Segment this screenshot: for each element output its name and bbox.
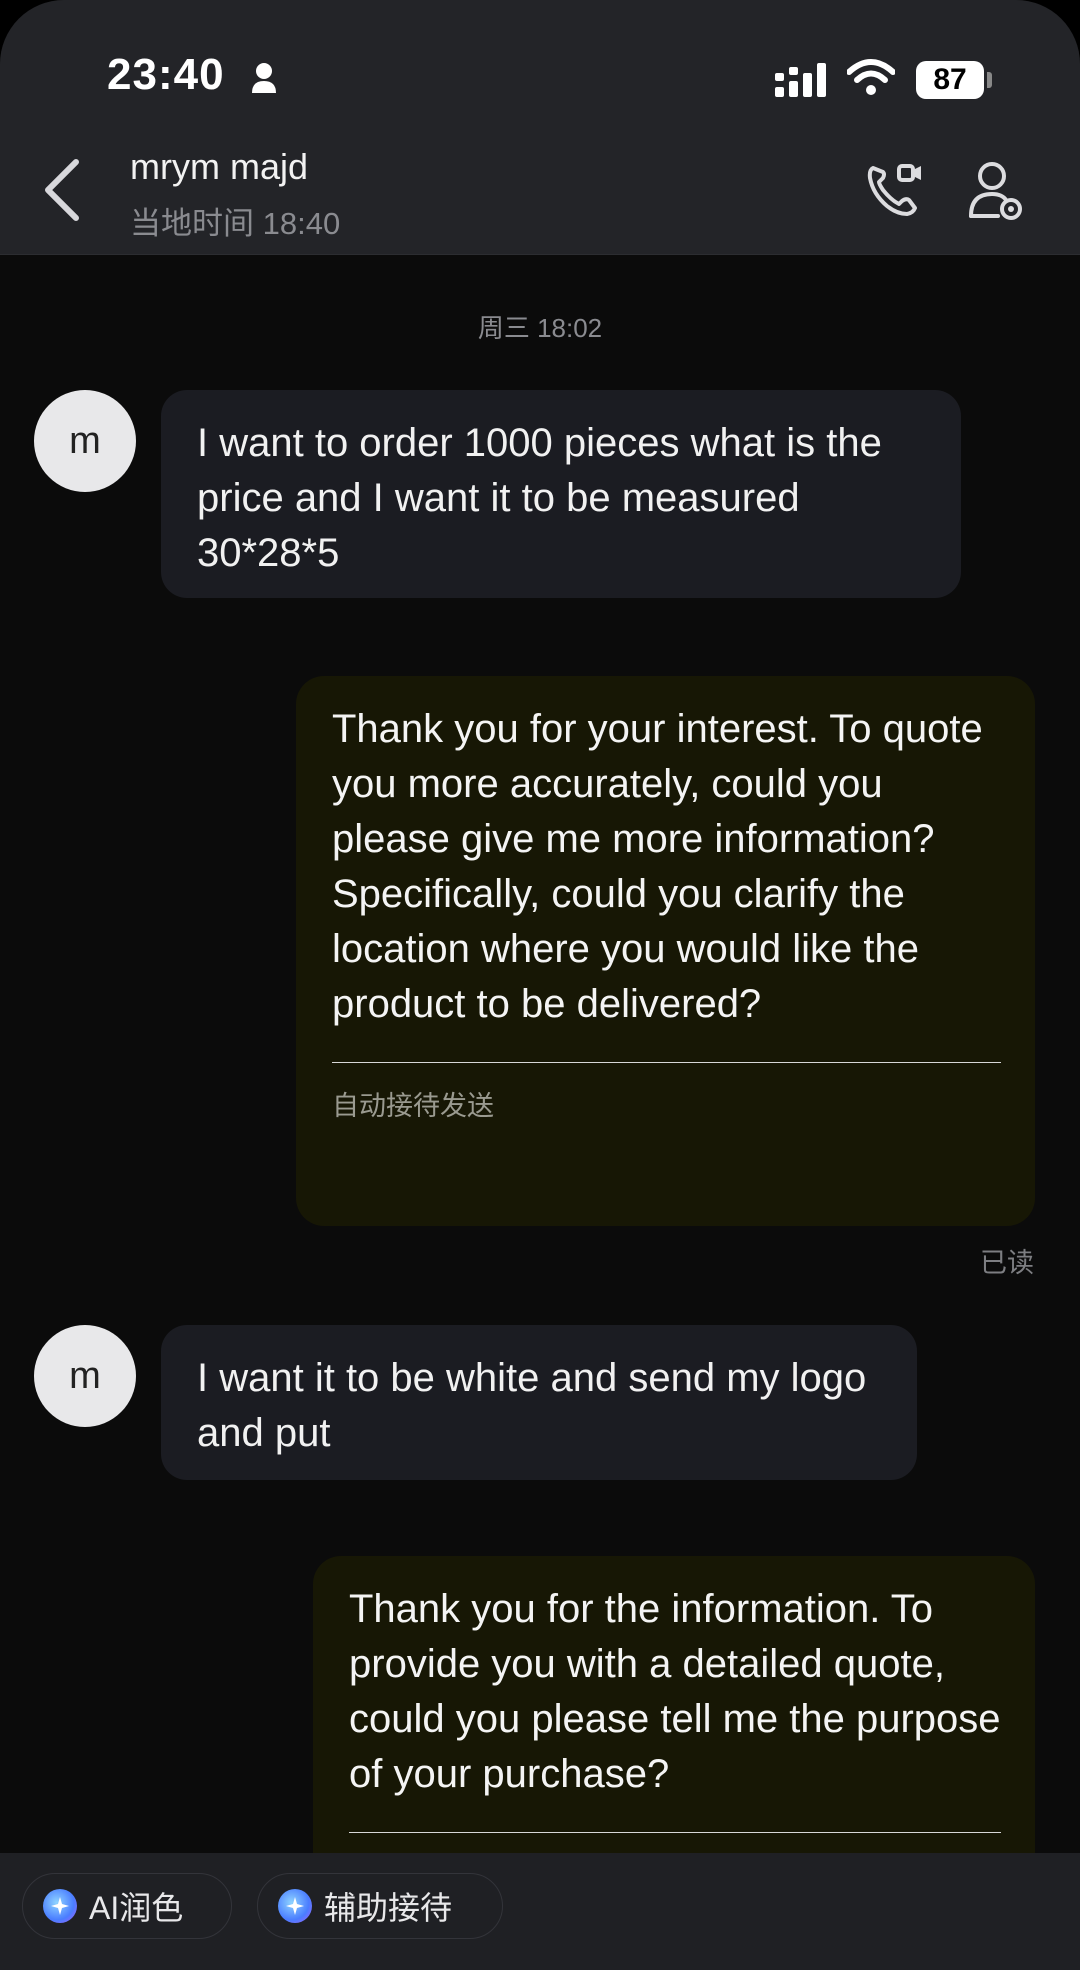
assist-reception-label: 辅助接待 [324, 1890, 453, 1926]
battery-indicator: 87 [916, 61, 984, 99]
call-icon[interactable] [865, 160, 925, 220]
top-bar: 23:40 87 mrym majd 当地时间 18:40 [0, 0, 1080, 255]
message-text: I want to order 1000 pieces what is the … [197, 421, 882, 575]
message-divider [332, 1062, 1001, 1063]
bottom-toolbar: AI润色 辅助接待 [0, 1853, 1080, 1970]
contact-profile-icon[interactable] [968, 160, 1024, 222]
cellular-signal-icon [775, 63, 826, 97]
message-text: Thank you for the information. To provid… [349, 1587, 1001, 1796]
read-status: 已读 [980, 1248, 1034, 1278]
status-time: 23:40 [107, 50, 225, 99]
date-separator: 周三 18:02 [477, 313, 603, 343]
message-text: Thank you for your interest. To quote yo… [332, 707, 983, 1026]
message-divider [349, 1832, 1001, 1833]
battery-tip [987, 72, 992, 88]
chat-screen: 23:40 87 mrym majd 当地时间 18:40 周三 18:02 m… [0, 0, 1080, 1970]
wifi-icon [847, 59, 895, 95]
sparkle-icon [278, 1889, 312, 1923]
sparkle-icon [43, 1889, 77, 1923]
assist-reception-button[interactable]: 辅助接待 [257, 1873, 503, 1939]
contact-avatar[interactable]: m [34, 390, 136, 492]
message-text: I want it to be white and send my logo a… [197, 1356, 867, 1455]
ai-polish-button[interactable]: AI润色 [22, 1873, 232, 1939]
person-icon [252, 63, 276, 93]
incoming-message[interactable]: I want to order 1000 pieces what is the … [161, 390, 961, 598]
contact-name[interactable]: mrym majd [130, 146, 308, 188]
outgoing-message[interactable]: Thank you for your interest. To quote yo… [296, 676, 1035, 1226]
back-arrow-icon[interactable] [40, 158, 84, 222]
ai-polish-label: AI润色 [89, 1890, 184, 1926]
auto-reply-note: 自动接待发送 [332, 1091, 494, 1121]
contact-local-time: 当地时间 18:40 [130, 206, 341, 241]
incoming-message[interactable]: I want it to be white and send my logo a… [161, 1325, 917, 1480]
contact-avatar[interactable]: m [34, 1325, 136, 1427]
